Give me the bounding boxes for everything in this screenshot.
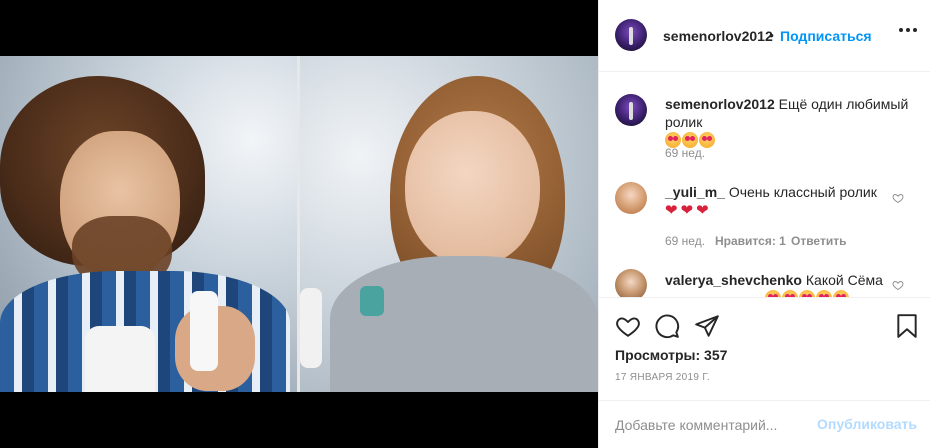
reply-button[interactable]: Ответить	[791, 234, 846, 248]
like-comment-icon[interactable]	[892, 279, 904, 291]
share-icon[interactable]	[694, 313, 720, 339]
red-heart-emoji-icon: ❤	[665, 202, 678, 219]
avatar[interactable]	[615, 19, 647, 51]
follow-button[interactable]: Подписаться	[780, 28, 872, 44]
comment-item: valerya_shevchenko Какой Сёма	[665, 271, 885, 297]
post-header: semenorlov2012 • Подписаться	[599, 0, 930, 72]
media-area	[0, 0, 598, 448]
like-comment-icon[interactable]	[892, 192, 904, 204]
caption-time[interactable]: 69 нед.	[665, 146, 705, 160]
video-player[interactable]	[0, 56, 598, 392]
caption-username[interactable]: semenorlov2012	[665, 96, 775, 112]
comments-list: semenorlov2012 Ещё один любимый ролик 69…	[599, 73, 930, 297]
post-sidebar: semenorlov2012 • Подписаться semenorlov2…	[598, 0, 930, 448]
post-actions: Просмотры: 357 17 ЯНВАРЯ 2019 Г.	[599, 297, 930, 407]
comment-icon[interactable]	[654, 313, 680, 339]
views-count: Просмотры: 357	[615, 347, 728, 363]
comment-hearts: ❤ ❤ ❤	[665, 202, 712, 219]
heart-icon[interactable]	[615, 313, 641, 339]
video-frame-left	[0, 56, 297, 392]
instagram-post-modal: semenorlov2012 • Подписаться semenorlov2…	[0, 0, 930, 448]
post-comment-button[interactable]: Опубликовать	[817, 416, 917, 432]
comment-input[interactable]	[615, 415, 815, 435]
avatar[interactable]	[615, 269, 647, 297]
comment-text: Какой Сёма	[805, 272, 883, 288]
caption: semenorlov2012 Ещё один любимый ролик	[665, 95, 915, 149]
comment-time[interactable]: 69 нед.	[665, 234, 705, 248]
post-date[interactable]: 17 ЯНВАРЯ 2019 Г.	[615, 372, 710, 383]
avatar[interactable]	[615, 94, 647, 126]
comment-item: _yuli_m_ Очень классный ролик ❤ ❤ ❤	[665, 183, 885, 220]
comment-username[interactable]: valerya_shevchenko	[665, 272, 802, 288]
author-username[interactable]: semenorlov2012	[663, 28, 773, 44]
comment-text: Очень классный ролик	[728, 184, 877, 200]
video-frame-right	[300, 56, 598, 392]
avatar[interactable]	[615, 182, 647, 214]
red-heart-emoji-icon: ❤	[680, 202, 694, 219]
separator-dot: •	[769, 27, 774, 43]
add-comment-bar: Опубликовать	[599, 400, 930, 448]
comment-username[interactable]: _yuli_m_	[665, 184, 725, 200]
comment-emojis	[765, 290, 850, 297]
bookmark-icon[interactable]	[895, 313, 919, 339]
comment-likes[interactable]: Нравится: 1	[715, 234, 786, 248]
red-heart-emoji-icon: ❤	[696, 202, 709, 219]
more-horizontal-icon[interactable]	[899, 28, 917, 34]
